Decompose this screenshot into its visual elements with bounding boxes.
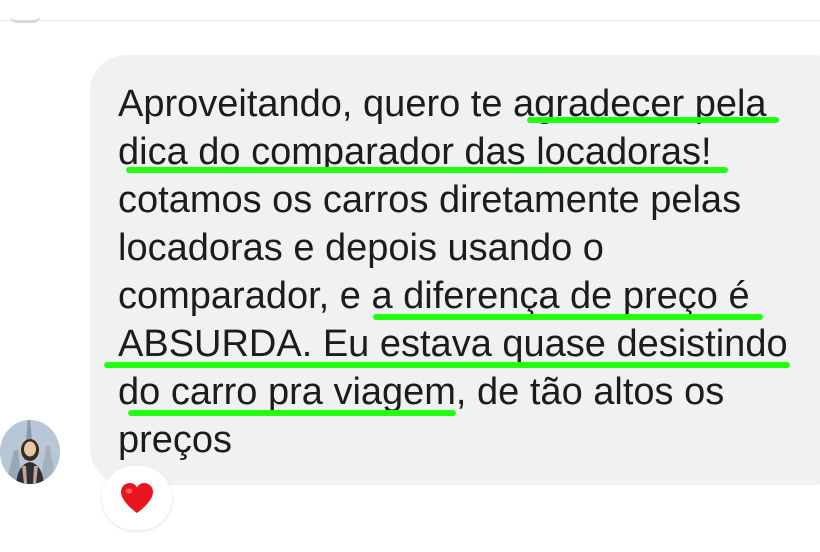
message-line-8: preços: [118, 419, 233, 461]
sender-avatar[interactable]: [0, 420, 60, 484]
highlight-underline: [126, 167, 728, 173]
message-line-5: comparador, e a diferença de preço é: [118, 275, 750, 317]
message-text: Aproveitando, quero te agradecer pela di…: [118, 80, 808, 464]
message-row: Aproveitando, quero te agradecer pela di…: [0, 0, 820, 552]
message-line-6: ABSURDA. Eu estava quase desistindo: [118, 323, 788, 365]
avatar-photo-icon: [0, 420, 60, 484]
message-line-3: cotamos os carros diretamente pelas: [118, 179, 742, 221]
highlight-underline: [527, 117, 779, 123]
heart-icon: [121, 483, 153, 513]
message-line-7: do carro pra viagem, de tão altos os: [118, 371, 725, 413]
message-line-4: locadoras e depois usando o: [118, 227, 604, 269]
highlight-underline: [104, 362, 790, 368]
reaction-badge[interactable]: [102, 466, 172, 530]
highlight-underline: [373, 314, 763, 320]
highlight-underline: [128, 410, 456, 416]
